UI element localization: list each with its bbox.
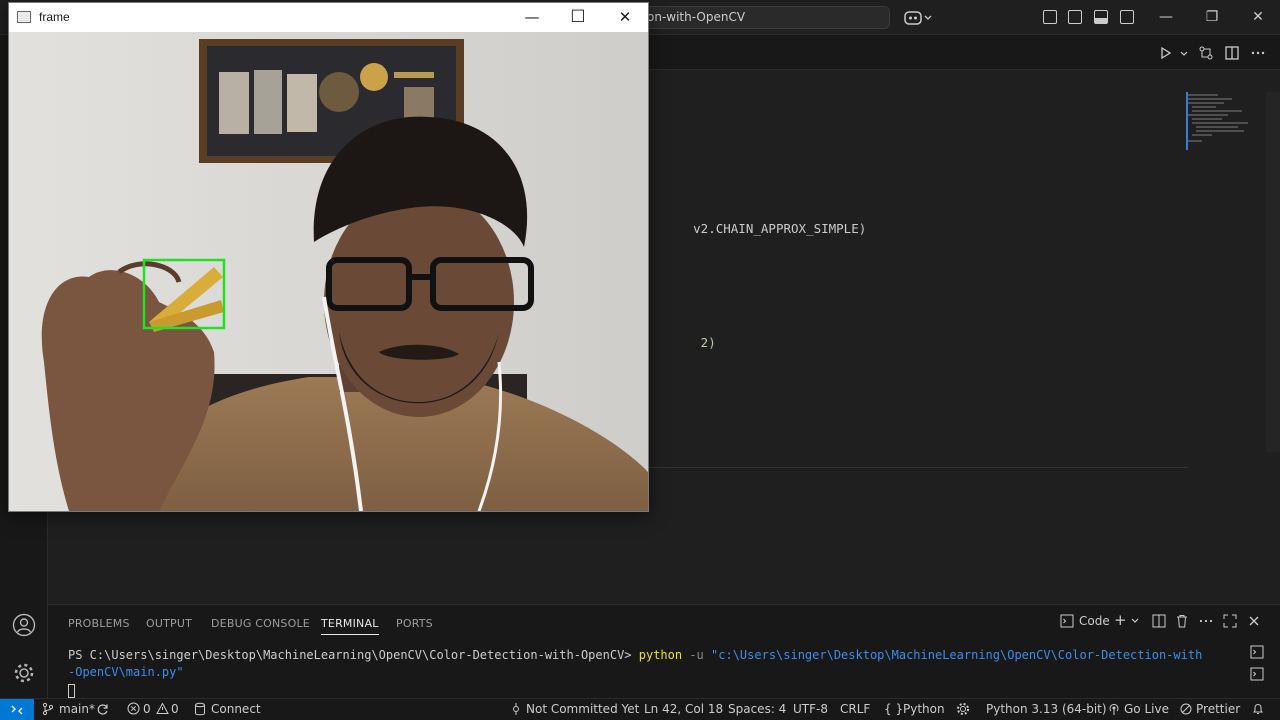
file-encoding[interactable]: UTF-8 [793,702,828,716]
cursor-position[interactable]: Ln 42, Col 18 [644,702,723,716]
tab-terminal[interactable]: TERMINAL [321,617,379,635]
warnings-count[interactable]: 0 [171,702,179,716]
git-commit-icon[interactable] [510,702,522,719]
python-settings-icon[interactable] [956,702,970,719]
terminal-line-2: -OpenCV\main.py" [68,665,184,679]
close-panel-icon[interactable] [1247,614,1261,631]
python-interpreter[interactable]: Python 3.13 (64-bit) [986,702,1107,716]
new-terminal-icon[interactable]: + [1114,611,1127,629]
end-of-line[interactable]: CRLF [840,702,870,716]
code-line-rectangle: 2) [693,335,716,350]
errors-icon[interactable] [127,702,140,718]
remote-indicator-icon[interactable] [0,699,34,720]
broadcast-icon[interactable] [1108,702,1120,719]
sync-icon[interactable] [96,702,110,719]
frame-window-title: frame [39,10,70,24]
customize-layout-icon[interactable] [1043,10,1057,24]
branch-name[interactable]: main* [59,702,95,716]
terminal-line-1: PS C:\Users\singer\Desktop\MachineLearni… [68,648,1203,662]
terminal-profile-icon[interactable] [1060,614,1074,631]
manage-gear-icon[interactable] [12,661,36,685]
tab-debug-console[interactable]: DEBUG CONSOLE [211,617,310,630]
editor-scrollbar[interactable] [1266,92,1280,452]
copilot-icon[interactable] [904,9,934,27]
frame-close-button[interactable]: ✕ [602,3,648,32]
prettier-icon[interactable] [1180,702,1192,719]
split-editor-icon[interactable] [1224,45,1240,61]
tab-problems[interactable]: PROBLEMS [68,617,130,630]
run-python-file-icon[interactable] [1158,45,1174,61]
editor-divider [648,467,1188,468]
code-line-find-contours: v2.CHAIN_APPROX_SIMPLE) [693,221,867,236]
compare-changes-icon[interactable] [1198,45,1214,61]
git-blame-label[interactable]: Not Committed Yet [526,702,639,716]
status-bar: main* 0 0 Connect Not Committed Yet Ln 4… [0,698,1280,720]
toggle-secondary-sidebar-icon[interactable] [1120,10,1134,24]
panel-more-actions-icon[interactable] [1199,614,1213,631]
split-terminal-icon[interactable] [1152,614,1166,631]
terminal-profile-label[interactable]: Code [1079,614,1110,628]
frame-app-icon [17,11,31,23]
frame-maximize-button[interactable]: ☐ [555,3,601,32]
window-close-button[interactable]: ✕ [1235,6,1280,30]
connect-label[interactable]: Connect [211,702,261,716]
frame-window-titlebar[interactable]: frame — ☐ ✕ [9,3,648,32]
prettier-label[interactable]: Prettier [1196,702,1240,716]
branch-icon[interactable] [42,702,54,719]
window-restore-button[interactable]: ❐ [1189,6,1235,30]
warnings-icon[interactable] [156,702,169,718]
frame-minimize-button[interactable]: — [509,3,555,32]
opencv-frame-window[interactable]: frame — ☐ ✕ [8,2,649,512]
tab-output[interactable]: OUTPUT [146,617,192,630]
bottom-panel: PROBLEMS OUTPUT DEBUG CONSOLE TERMINAL P… [48,604,1280,698]
accounts-icon[interactable] [12,613,36,637]
maximize-panel-icon[interactable] [1223,614,1237,631]
indentation[interactable]: Spaces: 4 [728,702,786,716]
tab-ports[interactable]: PORTS [396,617,433,630]
minimap[interactable] [1186,92,1268,152]
go-live-button[interactable]: Go Live [1124,702,1169,716]
terminal-tab-icon-1[interactable] [1250,645,1266,661]
toggle-panel-icon[interactable] [1094,10,1108,24]
command-center[interactable]: on-with-OpenCV [630,6,890,29]
notifications-bell-icon[interactable] [1252,702,1264,719]
terminal-dropdown-chevron-icon[interactable] [1130,614,1140,631]
window-minimize-button[interactable]: — [1143,6,1189,30]
database-icon[interactable] [194,702,206,719]
terminal-tab-icon-2[interactable] [1250,667,1266,683]
run-options-chevron-icon[interactable] [1176,45,1192,61]
webcam-frame-image [9,32,648,511]
braces-icon[interactable]: { } [884,702,903,716]
more-actions-icon[interactable] [1250,45,1266,61]
terminal-output[interactable]: PS C:\Users\singer\Desktop\MachineLearni… [68,647,1228,698]
kill-terminal-icon[interactable] [1175,614,1189,631]
toggle-primary-sidebar-icon[interactable] [1068,10,1082,24]
errors-count[interactable]: 0 [143,702,151,716]
terminal-cursor [68,681,1228,698]
language-mode[interactable]: Python [903,702,945,716]
